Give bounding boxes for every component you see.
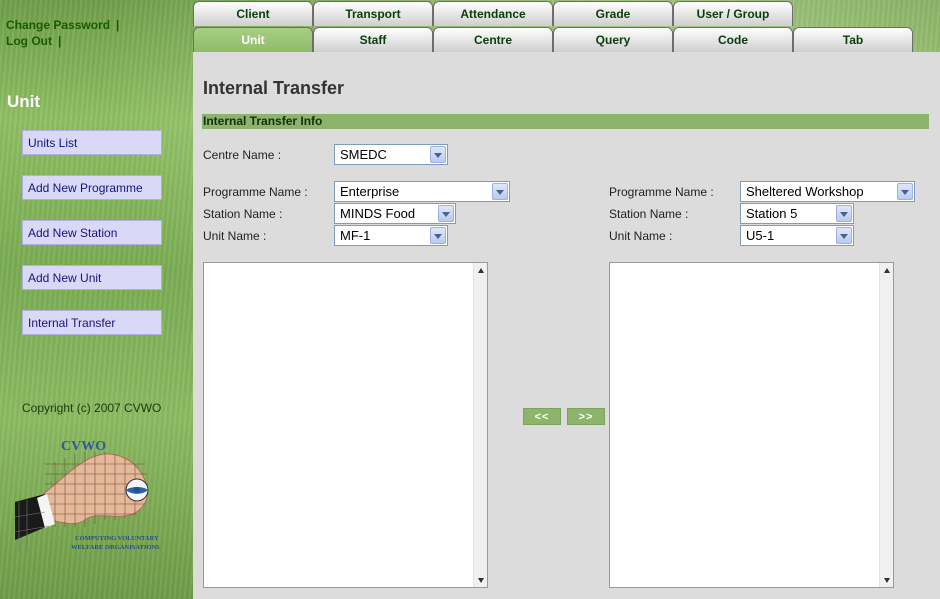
right-station-label: Station Name : — [609, 207, 689, 221]
tab-grade[interactable]: Grade — [553, 1, 673, 26]
link-separator: | — [116, 18, 120, 32]
left-unit-value: MF-1 — [340, 228, 371, 243]
chevron-down-icon[interactable] — [836, 205, 852, 222]
chevron-down-icon[interactable] — [492, 183, 508, 200]
centre-name-value: SMEDC — [340, 147, 387, 162]
copyright-text: Copyright (c) 2007 CVWO — [22, 401, 162, 415]
chevron-down-icon[interactable] — [438, 205, 454, 222]
centre-name-select[interactable]: SMEDC — [334, 144, 448, 165]
tab-staff[interactable]: Staff — [313, 27, 433, 52]
main-panel: Internal Transfer Internal Transfer Info… — [193, 52, 940, 599]
sidebar-item-add-new-programme[interactable]: Add New Programme — [22, 175, 162, 200]
scroll-up-icon[interactable] — [880, 263, 893, 277]
right-unit-label: Unit Name : — [609, 229, 673, 243]
tab-transport[interactable]: Transport — [313, 1, 433, 26]
sidebar-item-add-new-station[interactable]: Add New Station — [22, 220, 162, 245]
sidebar-title: Unit — [7, 92, 41, 111]
cvwo-logo: CVWO COMPUTING VOLUNTARY WELFARE ORGANIS… — [14, 432, 170, 558]
scroll-down-icon[interactable] — [474, 573, 487, 587]
right-programme-select[interactable]: Sheltered Workshop — [740, 181, 915, 202]
sidebar-item-internal-transfer[interactable]: Internal Transfer — [22, 310, 162, 335]
scroll-down-icon[interactable] — [880, 573, 893, 587]
right-unit-member-list[interactable] — [609, 262, 894, 588]
tab-centre[interactable]: Centre — [433, 27, 553, 52]
sidebar-item-units-list[interactable]: Units List — [22, 130, 162, 155]
tab-client[interactable]: Client — [193, 1, 313, 26]
left-programme-label: Programme Name : — [203, 185, 308, 199]
left-list-scrollbar[interactable] — [473, 263, 487, 587]
left-programme-value: Enterprise — [340, 184, 400, 199]
link-separator: | — [57, 34, 62, 48]
right-station-value: Station 5 — [746, 206, 798, 221]
left-unit-label: Unit Name : — [203, 229, 267, 243]
chevron-down-icon[interactable] — [430, 146, 446, 163]
tab-row-1: Client Transport Attendance Grade User /… — [193, 1, 793, 27]
account-links: Change Password | Log Out | — [6, 17, 119, 49]
tab-user-group[interactable]: User / Group — [673, 1, 793, 26]
cvwo-logo-graphic: CVWO COMPUTING VOLUNTARY WELFARE ORGANIS… — [14, 439, 160, 552]
chevron-down-icon[interactable] — [430, 227, 446, 244]
logo-caption-1: COMPUTING VOLUNTARY — [75, 535, 159, 542]
tab-attendance[interactable]: Attendance — [433, 1, 553, 26]
chevron-down-icon[interactable] — [836, 227, 852, 244]
centre-name-label: Centre Name : — [203, 148, 282, 162]
right-unit-value: U5-1 — [746, 228, 775, 243]
change-password-link[interactable]: Change Password — [6, 18, 110, 32]
right-station-select[interactable]: Station 5 — [740, 203, 854, 224]
tab-unit[interactable]: Unit — [193, 27, 313, 52]
tab-tab[interactable]: Tab — [793, 27, 913, 52]
right-programme-label: Programme Name : — [609, 185, 714, 199]
left-station-label: Station Name : — [203, 207, 283, 221]
logo-title: CVWO — [61, 439, 106, 454]
right-unit-select[interactable]: U5-1 — [740, 225, 854, 246]
left-programme-select[interactable]: Enterprise — [334, 181, 510, 202]
sidebar-item-add-new-unit[interactable]: Add New Unit — [22, 265, 162, 290]
move-left-button[interactable]: << — [523, 408, 561, 425]
move-right-button[interactable]: >> — [567, 408, 605, 425]
right-list-scrollbar[interactable] — [879, 263, 893, 587]
tab-code[interactable]: Code — [673, 27, 793, 52]
right-programme-value: Sheltered Workshop — [746, 184, 864, 199]
left-station-select[interactable]: MINDS Food — [334, 203, 456, 224]
log-out-link[interactable]: Log Out — [6, 34, 52, 48]
tab-query[interactable]: Query — [553, 27, 673, 52]
scroll-up-icon[interactable] — [474, 263, 487, 277]
left-station-value: MINDS Food — [340, 206, 416, 221]
logo-caption-2: WELFARE ORGANISATIONS — [71, 544, 160, 551]
left-unit-select[interactable]: MF-1 — [334, 225, 448, 246]
tab-row-2: Unit Staff Centre Query Code Tab — [193, 27, 913, 53]
chevron-down-icon[interactable] — [897, 183, 913, 200]
left-unit-member-list[interactable] — [203, 262, 488, 588]
section-header: Internal Transfer Info — [202, 114, 929, 129]
page-title: Internal Transfer — [203, 78, 345, 98]
